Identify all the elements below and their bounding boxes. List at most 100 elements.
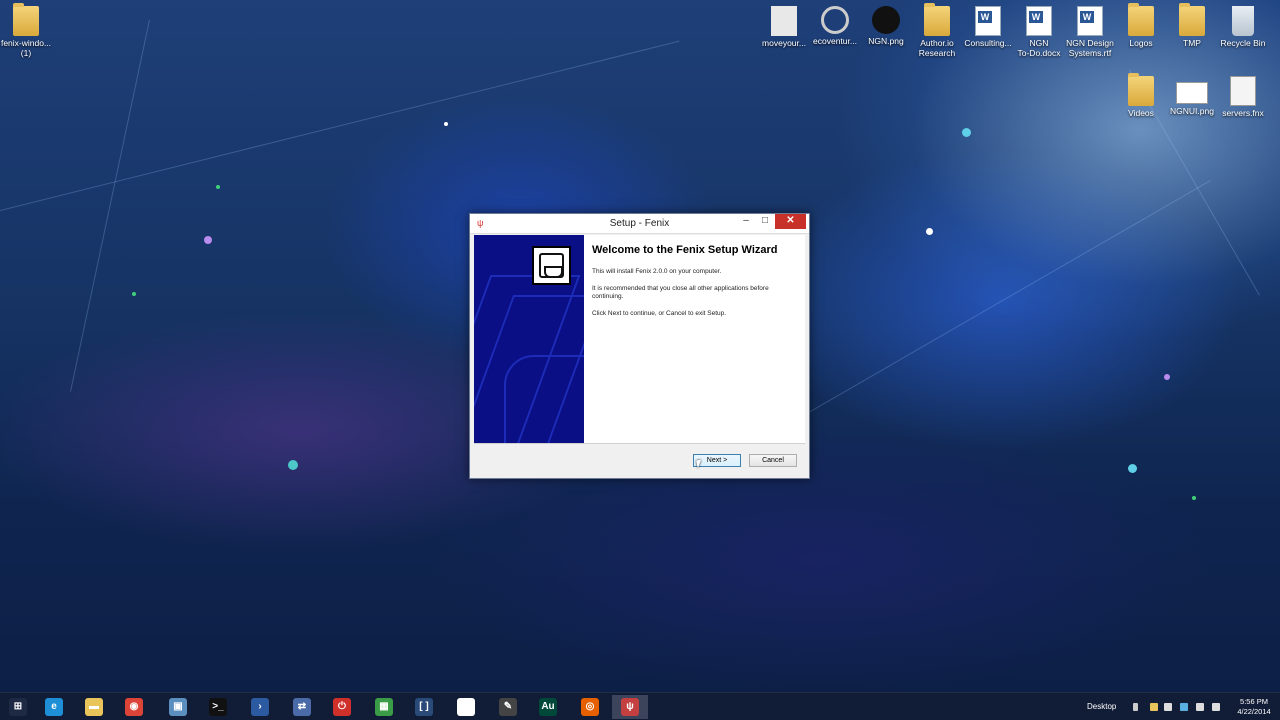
clock-time: 5:56 PM: [1240, 697, 1268, 706]
word-document-icon: W: [1026, 6, 1052, 36]
background-streak: [760, 180, 1211, 441]
title-bar[interactable]: ψ Setup - Fenix – □ ✕: [470, 214, 809, 234]
wizard-heading: Welcome to the Fenix Setup Wizard: [592, 244, 778, 256]
background-particle: [1164, 374, 1170, 380]
taskbar-remote-desktop[interactable]: ▣: [160, 695, 196, 719]
volume-icon[interactable]: [1212, 703, 1220, 711]
folder-icon: [924, 3, 950, 36]
taskbar-network-tool[interactable]: ⇄: [284, 695, 320, 719]
desktop-icon-label: TMP: [1183, 38, 1201, 48]
desktop-icon-label: NGN Design Systems.rtf: [1066, 38, 1114, 58]
background-particle: [1128, 464, 1137, 473]
desktop-icon-videos[interactable]: Videos: [1115, 73, 1167, 118]
start-button-icon: ⊞: [9, 698, 27, 716]
desktop-icon-consulting[interactable]: W Consulting...: [962, 6, 1014, 48]
desktop-icon-label: Videos: [1128, 108, 1154, 118]
desktop-icon-logos[interactable]: Logos: [1115, 3, 1167, 48]
folder-icon: [1179, 3, 1205, 36]
network-icon[interactable]: [1180, 703, 1188, 711]
button-divider: [474, 443, 805, 444]
background-particle: [204, 236, 212, 244]
word-document-icon: W: [1077, 6, 1103, 36]
taskbar-chrome[interactable]: ◉: [116, 695, 152, 719]
taskbar: ⊞ e ▬ ◉ ▣ >_ › ⇄ ⏻ ▦ [ ] ✎ Au ◎ ψ Desktop 5:56 PM 4/22…: [0, 692, 1280, 720]
wizard-paragraph: This will install Fenix 2.0.0 on your co…: [592, 268, 722, 275]
signal-icon[interactable]: [1196, 703, 1204, 711]
remote-desktop-icon: ▣: [169, 698, 187, 716]
minimize-button[interactable]: –: [737, 214, 755, 229]
background-streak: [70, 19, 150, 392]
background-particle: [926, 228, 933, 235]
wizard-content: Welcome to the Fenix Setup Wizard This w…: [474, 235, 805, 443]
desktop-icon-label: moveyour...: [762, 38, 806, 48]
desktop-icon-ngnui-png[interactable]: NGNUI.png: [1166, 76, 1218, 116]
fenix-setup-icon: ψ: [621, 698, 639, 716]
taskbar-start-button[interactable]: ⊞: [0, 695, 36, 719]
taskbar-powershell[interactable]: ›: [242, 695, 278, 719]
power-app-icon: ⏻: [333, 698, 351, 716]
taskbar-adobe-audition[interactable]: Au: [530, 695, 566, 719]
adobe-audition-icon: Au: [539, 698, 557, 716]
desktop-toolbar-label[interactable]: Desktop: [1087, 702, 1116, 711]
action-center-flag-icon[interactable]: [1164, 703, 1172, 711]
cancel-button[interactable]: Cancel: [749, 454, 797, 467]
desktop-icon-ngn-design-systems[interactable]: W NGN Design Systems.rtf: [1064, 6, 1116, 58]
image-file-icon: [1176, 82, 1208, 104]
taskbar-file-explorer[interactable]: ▬: [76, 695, 112, 719]
close-button[interactable]: ✕: [775, 214, 806, 229]
wizard-text-area: Welcome to the Fenix Setup Wizard This w…: [592, 244, 795, 326]
taskbar-blank-document[interactable]: [448, 695, 484, 719]
tray-overflow-icon[interactable]: [1133, 703, 1138, 711]
wizard-paragraph: Click Next to continue, or Cancel to exi…: [592, 309, 727, 317]
desktop-icon-label: NGNUI.png: [1170, 106, 1214, 116]
desktop-icon-ngn-todo[interactable]: W NGN To-Do.docx: [1013, 6, 1065, 58]
taskbar-pen-tool[interactable]: ✎: [490, 695, 526, 719]
desktop-icon-ecoventur[interactable]: ecoventur...: [809, 6, 861, 46]
setup-window: ψ Setup - Fenix – □ ✕ Welcome to the Fen…: [469, 213, 810, 479]
wizard-paragraph: It is recommended that you close all oth…: [592, 284, 769, 301]
maximize-button[interactable]: □: [756, 214, 774, 229]
word-document-icon: W: [975, 6, 1001, 36]
desktop-icon-recycle-bin[interactable]: Recycle Bin: [1217, 6, 1269, 48]
internet-explorer-icon: e: [45, 698, 63, 716]
background-particle: [288, 460, 298, 470]
background-particle: [216, 185, 220, 189]
desktop-icon-servers-fnx[interactable]: servers.fnx: [1217, 76, 1269, 118]
taskbar-fenix-setup[interactable]: ψ: [612, 695, 648, 719]
recycle-bin-icon: [1232, 6, 1254, 36]
file-explorer-icon: ▬: [85, 698, 103, 716]
installer-logo-icon: [532, 246, 571, 285]
background-particle: [1192, 496, 1196, 500]
desktop-icon-moveyour[interactable]: moveyour...: [758, 6, 810, 48]
taskbar-app-grid[interactable]: ▦: [366, 695, 402, 719]
desktop-icon-label: Author.io Research: [918, 38, 956, 58]
app-grid-icon: ▦: [375, 698, 393, 716]
bracket-app-icon: [ ]: [415, 698, 433, 716]
desktop-icon-label: ecoventur...: [813, 36, 857, 46]
folder-icon: [1128, 3, 1154, 36]
background-particle: [962, 128, 971, 137]
folder-icon: [1128, 73, 1154, 106]
desktop-icon-label: Recycle Bin: [1220, 38, 1266, 48]
taskbar-bracket-app[interactable]: [ ]: [406, 695, 442, 719]
desktop-icon-label: Consulting...: [964, 38, 1012, 48]
clock-date: 4/22/2014: [1237, 707, 1271, 716]
taskbar-internet-explorer[interactable]: e: [36, 695, 72, 719]
taskbar-firefox[interactable]: ◎: [572, 695, 608, 719]
tray-app-icon[interactable]: [1150, 703, 1158, 711]
taskbar-clock[interactable]: 5:56 PM 4/22/2014: [1232, 697, 1276, 717]
folder-icon: [13, 3, 39, 36]
desktop-icon-authorio-research[interactable]: Author.io Research: [911, 3, 963, 58]
desktop-icon-tmp[interactable]: TMP: [1166, 3, 1218, 48]
desktop-icon-label: servers.fnx: [1222, 108, 1264, 118]
desktop-icon-label: NGN.png: [868, 36, 904, 46]
image-file-icon: [771, 6, 797, 36]
desktop-icon-ngn-png[interactable]: NGN.png: [860, 6, 912, 46]
desktop-icon-fenix-folder[interactable]: fenix-windo... (1): [0, 3, 52, 58]
firefox-icon: ◎: [581, 698, 599, 716]
background-particle: [132, 292, 136, 296]
taskbar-command-prompt[interactable]: >_: [200, 695, 236, 719]
taskbar-power-app[interactable]: ⏻: [324, 695, 360, 719]
desktop-icon-label: Logos: [1129, 38, 1153, 48]
app-icon: [821, 6, 849, 34]
